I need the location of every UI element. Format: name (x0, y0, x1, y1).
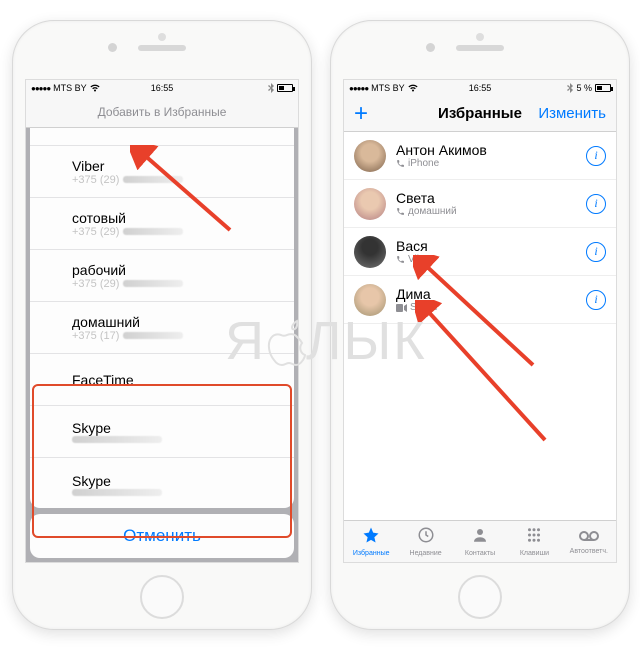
tab-label: Автоответч. (570, 548, 608, 555)
avatar (354, 140, 386, 172)
tab-clock[interactable]: Недавние (398, 521, 452, 562)
option-name: FaceTime (72, 372, 280, 388)
screen-left: ●●●●● MTS BY 16:55 Добавить в Избранные … (25, 79, 299, 563)
bluetooth-icon (567, 83, 573, 93)
status-bar: ●●●●● MTS BY 16:55 5 % (344, 80, 616, 96)
favorite-info: ВасяViber (396, 238, 586, 265)
carrier-label: MTS BY (371, 83, 405, 93)
call-option[interactable]: рабочий+375 (29) (30, 250, 294, 302)
home-button[interactable] (140, 575, 184, 619)
tab-star[interactable]: Избранные (344, 521, 398, 562)
clock-icon (417, 526, 435, 549)
option-detail: +375 (29) (72, 278, 280, 290)
signal-dots-icon: ●●●●● (349, 84, 368, 93)
add-button[interactable]: + (354, 104, 368, 124)
favorite-name: Света (396, 190, 586, 206)
favorite-info: ДимаSkype (396, 286, 586, 313)
home-button[interactable] (458, 575, 502, 619)
status-bar: ●●●●● MTS BY 16:55 (26, 80, 298, 96)
favorite-row[interactable]: Светадомашнийi (344, 180, 616, 228)
carrier-label: MTS BY (53, 83, 87, 93)
option-name: домашний (72, 314, 280, 330)
voicemail-icon (579, 529, 599, 547)
action-sheet-backdrop[interactable]: Добавить в Избранные Вызов Viber Viber+3… (26, 96, 298, 562)
tab-person[interactable]: Контакты (453, 521, 507, 562)
wifi-icon (408, 84, 418, 92)
keypad-icon (525, 526, 543, 549)
favorite-type: Viber (396, 254, 586, 265)
phone-mock-left: ●●●●● MTS BY 16:55 Добавить в Избранные … (12, 20, 312, 630)
favorite-row[interactable]: ДимаSkypei (344, 276, 616, 324)
backdrop-title: Добавить в Избранные (26, 96, 298, 128)
screen-right: ●●●●● MTS BY 16:55 5 % + Избранные Измен… (343, 79, 617, 563)
tab-voicemail[interactable]: Автоответч. (562, 521, 616, 562)
option-name: сотовый (72, 210, 280, 226)
battery-icon (595, 84, 611, 92)
edit-button[interactable]: Изменить (538, 105, 606, 122)
info-button[interactable]: i (586, 194, 606, 214)
phone-mock-right: ●●●●● MTS BY 16:55 5 % + Избранные Измен… (330, 20, 630, 630)
option-name: Viber (72, 158, 280, 174)
call-option[interactable]: домашний+375 (17) (30, 302, 294, 354)
favorite-type: Skype (396, 302, 586, 313)
person-icon (471, 526, 489, 549)
tab-label: Избранные (353, 550, 390, 557)
favorite-row[interactable]: Антон АкимовiPhonei (344, 132, 616, 180)
favorite-row[interactable]: ВасяViberi (344, 228, 616, 276)
nav-bar: + Избранные Изменить (344, 96, 616, 132)
tab-label: Недавние (410, 550, 442, 557)
call-option[interactable]: Skype (30, 406, 294, 458)
info-button[interactable]: i (586, 146, 606, 166)
favorite-type: iPhone (396, 158, 586, 169)
battery-pct: 5 % (576, 83, 592, 93)
bluetooth-icon (268, 83, 274, 93)
favorite-info: Светадомашний (396, 190, 586, 217)
call-option[interactable]: FaceTime (30, 354, 294, 406)
info-button[interactable]: i (586, 242, 606, 262)
tab-keypad[interactable]: Клавиши (507, 521, 561, 562)
cancel-label: Отменить (123, 526, 201, 546)
favorite-name: Антон Акимов (396, 142, 586, 158)
call-option[interactable]: Skype (30, 458, 294, 508)
avatar (354, 236, 386, 268)
tab-bar: Избранные Недавние Контакты Клавиши Автоотве… (344, 520, 616, 562)
cancel-button[interactable]: Отменить (30, 514, 294, 558)
tab-label: Контакты (465, 550, 495, 557)
option-detail: +375 (17) (72, 330, 280, 342)
tab-label: Клавиши (520, 550, 549, 557)
favorite-name: Вася (396, 238, 586, 254)
info-button[interactable]: i (586, 290, 606, 310)
option-name: Skype (72, 473, 280, 489)
signal-dots-icon: ●●●●● (31, 84, 50, 93)
option-detail: +375 (29) (72, 174, 280, 186)
wifi-icon (90, 84, 100, 92)
favorite-type: домашний (396, 206, 586, 217)
battery-icon (277, 84, 293, 92)
call-option[interactable]: Viber+375 (29) (30, 146, 294, 198)
avatar (354, 188, 386, 220)
option-name: рабочий (72, 262, 280, 278)
option-name: Skype (72, 420, 280, 436)
favorite-name: Дима (396, 286, 586, 302)
favorite-info: Антон АкимовiPhone (396, 142, 586, 169)
option-detail (72, 489, 280, 496)
call-option[interactable]: сотовый+375 (29) (30, 198, 294, 250)
option-detail: +375 (29) (72, 226, 280, 238)
star-icon (362, 526, 380, 549)
avatar (354, 284, 386, 316)
option-detail (72, 436, 280, 443)
favorites-list: Антон АкимовiPhoneiСветадомашнийiВасяVib… (344, 132, 616, 324)
action-sheet: Вызов Viber Viber+375 (29)сотовый+375 (2… (30, 100, 294, 508)
